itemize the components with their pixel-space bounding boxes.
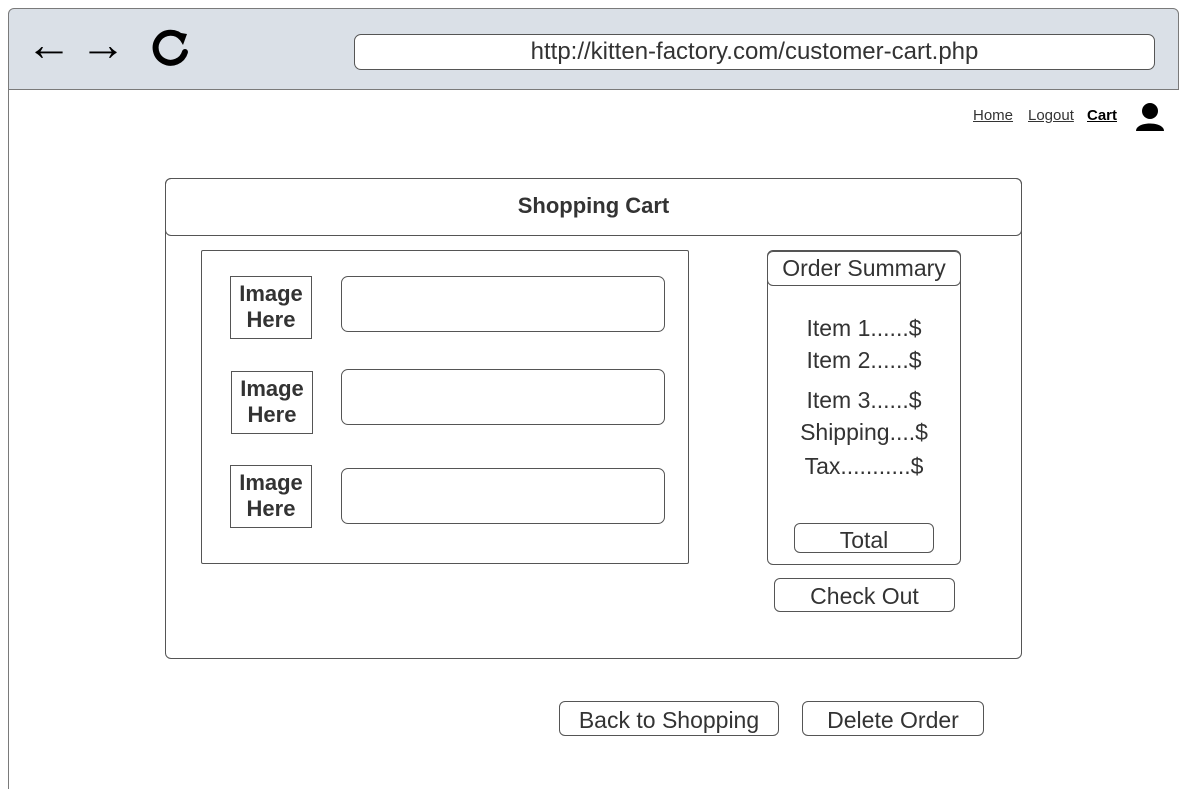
logout-link[interactable]: Logout xyxy=(1028,107,1074,124)
user-account-icon[interactable] xyxy=(1134,102,1166,137)
summary-line-item-2: Item 2......$ xyxy=(806,347,922,373)
url-bar[interactable]: http://kitten-factory.com/customer-cart.… xyxy=(354,34,1155,70)
summary-line-shipping: Shipping....$ xyxy=(800,419,928,445)
item-image-placeholder: Image Here xyxy=(230,465,312,528)
item-details-field[interactable] xyxy=(341,468,665,524)
item-details-field[interactable] xyxy=(341,369,665,425)
back-to-shopping-button[interactable]: Back to Shopping xyxy=(559,701,779,736)
summary-line-item-1: Item 1......$ xyxy=(806,315,922,341)
total-button[interactable]: Total xyxy=(794,523,934,553)
summary-line-tax: Tax...........$ xyxy=(804,453,924,479)
cart-title: Shopping Cart xyxy=(165,178,1022,236)
forward-arrow-icon[interactable]: → xyxy=(80,21,126,67)
reload-icon[interactable] xyxy=(146,24,194,77)
order-summary-title: Order Summary xyxy=(767,251,961,286)
item-image-placeholder: Image Here xyxy=(230,276,312,339)
check-out-button[interactable]: Check Out xyxy=(774,578,955,612)
item-details-field[interactable] xyxy=(341,276,665,332)
home-link[interactable]: Home xyxy=(973,107,1013,124)
delete-order-button[interactable]: Delete Order xyxy=(802,701,984,736)
item-image-placeholder: Image Here xyxy=(231,371,313,434)
cart-link[interactable]: Cart xyxy=(1087,107,1117,124)
back-arrow-icon[interactable]: ← xyxy=(26,21,72,67)
summary-line-item-3: Item 3......$ xyxy=(806,387,922,413)
